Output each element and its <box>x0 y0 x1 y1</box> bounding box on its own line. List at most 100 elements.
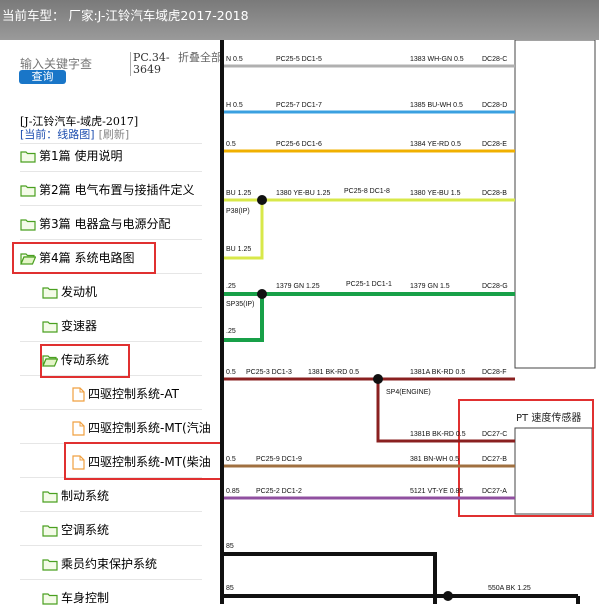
wire-end-label: DC27-A <box>482 488 507 495</box>
tree-item-label: 变速器 <box>61 319 98 333</box>
wire-right-label: 1384 YE-RD 0.5 <box>410 141 461 148</box>
tree-item-chapter-1[interactable]: 第1篇 使用说明 <box>20 145 122 167</box>
side-label: .25 <box>226 328 236 335</box>
wire-left-label: 0.5 <box>226 141 236 148</box>
splice-dot <box>257 289 267 299</box>
wire-right-label: 1380 YE-BU 1.5 <box>410 190 461 197</box>
divider <box>20 579 202 580</box>
wire-left-label: 0.5 <box>226 456 236 463</box>
side-label: 85 <box>226 585 234 592</box>
tree-item-label: 制动系统 <box>61 489 110 503</box>
side-label: 85 <box>226 543 234 550</box>
tree-item-label: 第1篇 使用说明 <box>39 149 123 163</box>
side-label: SP35(IP) <box>226 301 254 308</box>
wire-end-label: DC28-C <box>482 56 507 63</box>
splice-dot <box>443 591 453 601</box>
wire-conn-label: PC25-5 DC1-5 <box>276 56 322 63</box>
folder-icon <box>20 218 36 231</box>
wire-end-label: DC28-E <box>482 141 507 148</box>
folder-icon <box>42 286 58 299</box>
tree-item-srs[interactable]: 乘员约束保护系统 <box>42 553 157 575</box>
tree-item-chapter-2[interactable]: 第2篇 电气布置与接插件定义 <box>20 179 194 201</box>
highlight-box-chapter-4 <box>12 242 156 274</box>
panel-divider[interactable] <box>220 40 224 604</box>
folder-icon <box>20 184 36 197</box>
tree-item-chapter-3[interactable]: 第3篇 电器盒与电源分配 <box>20 213 170 235</box>
tree-item-ac[interactable]: 空调系统 <box>42 519 109 541</box>
wire-right-label: 5121 VT-YE 0.85 <box>410 488 463 495</box>
tree-item-label: 四驱控制系统-MT(汽油 <box>88 421 211 435</box>
divider <box>20 239 202 240</box>
divider <box>20 511 202 512</box>
divider <box>20 143 202 144</box>
wire-conn-label: PC25-8 DC1-8 <box>344 188 390 195</box>
tree-item-label: 空调系统 <box>61 523 110 537</box>
tree-item-label: 四驱控制系统-AT <box>88 387 179 401</box>
splice-dot <box>257 195 267 205</box>
divider <box>20 205 202 206</box>
folder-icon <box>42 592 58 605</box>
wire-left-label: N 0.5 <box>226 56 243 63</box>
wire-left-label: H 0.5 <box>226 102 243 109</box>
tree-item-body-control[interactable]: 车身控制 <box>42 587 109 609</box>
window-title: 当前车型： 厂家:J-江铃汽车域虎2017-2018 <box>2 8 249 23</box>
wire-right-label: 1381A BK-RD 0.5 <box>410 369 465 376</box>
wire-right-label: 1381B BK-RD 0.5 <box>410 431 466 438</box>
tree-item-4wd-at[interactable]: 四驱控制系统-AT <box>72 383 179 405</box>
wire-end-label: DC28-D <box>482 102 507 109</box>
divider <box>20 171 202 172</box>
wire-conn-label: PC25-9 DC1-9 <box>256 456 302 463</box>
highlight-box-4wd-mt-diesel <box>64 442 222 480</box>
wiring-diagram[interactable]: N 0.5 PC25-5 DC1-5 1383 WH-GN 0.5 DC28-C… <box>224 40 599 604</box>
folder-icon <box>20 150 36 163</box>
folder-icon <box>42 490 58 503</box>
wire-end-label: DC28-B <box>482 190 507 197</box>
folder-icon <box>42 320 58 333</box>
wiring-diagram-canvas: N 0.5 PC25-5 DC1-5 1383 WH-GN 0.5 DC28-C… <box>224 40 596 604</box>
wire-left-label: .25 <box>226 283 236 290</box>
wire-right-label: 381 BN-WH 0.5 <box>410 456 459 463</box>
folder-icon <box>42 524 58 537</box>
wire-conn-label: PC25-1 DC1-1 <box>346 281 392 288</box>
side-label: SP4(ENGINE) <box>386 389 431 396</box>
wire-conn-label: PC25-2 DC1-2 <box>256 488 302 495</box>
wire-conn-label: PC25-6 DC1-6 <box>276 141 322 148</box>
divider <box>20 307 202 308</box>
highlight-box-drivetrain <box>40 344 130 378</box>
wire-mid-label: 1380 YE-BU 1.25 <box>276 190 330 197</box>
tree-item-engine[interactable]: 发动机 <box>42 281 97 303</box>
divider <box>20 341 202 342</box>
tree-item-brake[interactable]: 制动系统 <box>42 485 109 507</box>
wire-end-label: DC28-G <box>482 283 508 290</box>
wire-mid-label: 1379 GN 1.25 <box>276 283 320 290</box>
wire-left-label: 0.85 <box>226 488 240 495</box>
sensor-box <box>514 427 593 515</box>
app-header: 当前车型： 厂家:J-江铃汽车域虎2017-2018 <box>0 0 599 40</box>
sensor-code: PT <box>516 413 529 424</box>
folder-icon <box>42 558 58 571</box>
tree-item-label: 车身控制 <box>61 591 110 605</box>
wire-mid-label: 1381 BK-RD 0.5 <box>308 369 359 376</box>
fold-all-link[interactable]: 折叠全部 <box>178 52 222 64</box>
current-view-label: [当前：线路图] <box>20 128 95 141</box>
sensor-title: PT 速度传感器 <box>516 409 581 424</box>
splice-dot <box>373 374 383 384</box>
wire-end-label: DC28-F <box>482 369 507 376</box>
divider <box>20 545 202 546</box>
tree-item-transmission[interactable]: 变速器 <box>42 315 97 337</box>
side-label: BU 1.25 <box>226 246 251 253</box>
sensor-name: 速度传感器 <box>531 413 582 424</box>
wire-left-label: 0.5 <box>226 369 236 376</box>
side-label: P38(IP) <box>226 208 250 215</box>
search-button[interactable]: 查询 <box>19 70 66 84</box>
connector-dc28 <box>514 40 596 369</box>
wire-right-label: 1383 WH-GN 0.5 <box>410 56 464 63</box>
pc-code-label: PC.34-3649 <box>130 52 175 76</box>
file-icon <box>72 387 85 402</box>
refresh-link[interactable]: [刷新] <box>99 128 130 141</box>
wire-end-label: DC27-C <box>482 431 507 438</box>
tree-item-4wd-mt-gasoline[interactable]: 四驱控制系统-MT(汽油 <box>72 417 211 439</box>
sidebar: 查询 PC.34-3649 折叠全部 [J-江铃汽车-域虎-2017] [当前：… <box>0 40 224 605</box>
wire-left-label: BU 1.25 <box>226 190 251 197</box>
wire-right-label: 1385 BU-WH 0.5 <box>410 102 463 109</box>
